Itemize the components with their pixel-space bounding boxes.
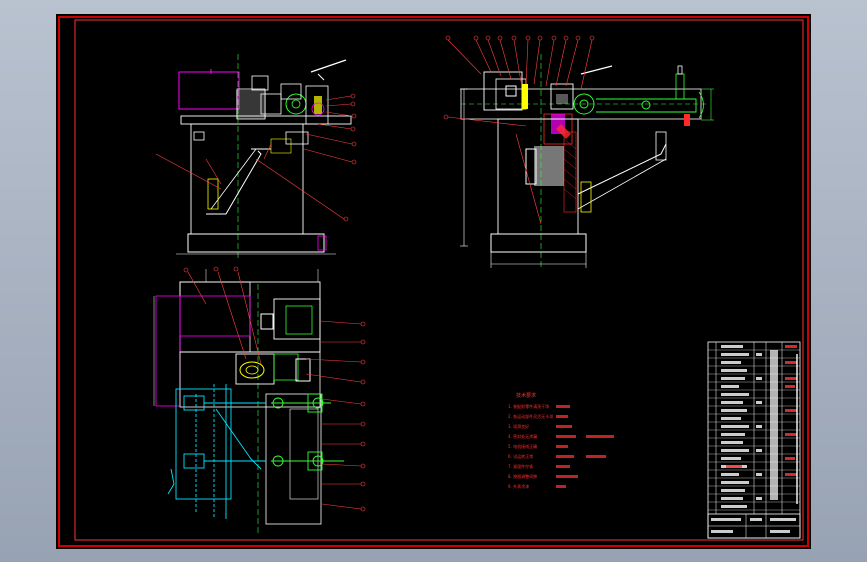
- tech-requirement-line: 4. 密封处无渗漏: [508, 433, 537, 439]
- tech-requirement-line: 1. 装配前零件清洗干净: [508, 403, 549, 409]
- tech-requirement-line: 7. 紧固件拧紧: [508, 463, 533, 469]
- front-view: [155, 54, 357, 259]
- plan-view: [153, 266, 366, 534]
- tech-requirement-line: 3. 润滑良好: [508, 423, 529, 429]
- tech-requirement-line: 2. 各运动部件灵活无卡滞: [508, 413, 553, 419]
- title-block: [707, 341, 801, 539]
- cad-viewport: 技术要求 1. 装配前零件清洗干净 2. 各运动部件灵活无卡滞 3. 润滑良好 …: [0, 0, 867, 562]
- tech-requirement-line: 5. 电机接线正确: [508, 443, 537, 449]
- tech-requirements-title: 技术要求: [516, 392, 536, 399]
- tech-requirement-line: 6. 试运转正常: [508, 453, 533, 459]
- outer-border: [58, 16, 809, 547]
- tech-requirement-line: 8. 按图调整间隙: [508, 473, 537, 479]
- tech-requirement-line: 9. 外表涂漆: [508, 483, 529, 489]
- drawing-sheet: 技术要求 1. 装配前零件清洗干净 2. 各运动部件灵活无卡滞 3. 润滑良好 …: [56, 14, 811, 549]
- cad-drawing: 技术要求 1. 装配前零件清洗干净 2. 各运动部件灵活无卡滞 3. 润滑良好 …: [58, 16, 809, 547]
- side-view: [443, 35, 714, 269]
- tech-requirements: 技术要求 1. 装配前零件清洗干净 2. 各运动部件灵活无卡滞 3. 润滑良好 …: [508, 392, 614, 489]
